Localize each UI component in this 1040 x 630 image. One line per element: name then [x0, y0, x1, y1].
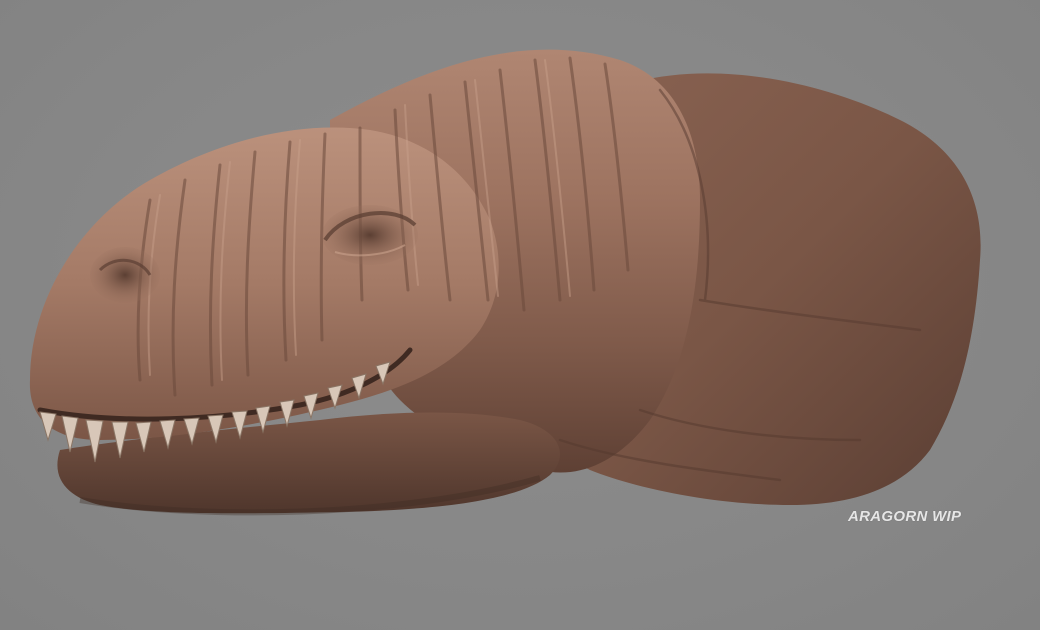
- creature-sculpt: [29, 49, 981, 516]
- watermark-label: ARAGORN WIP: [848, 508, 962, 525]
- sculpt-viewport[interactable]: ARAGORN WIP: [0, 0, 1040, 630]
